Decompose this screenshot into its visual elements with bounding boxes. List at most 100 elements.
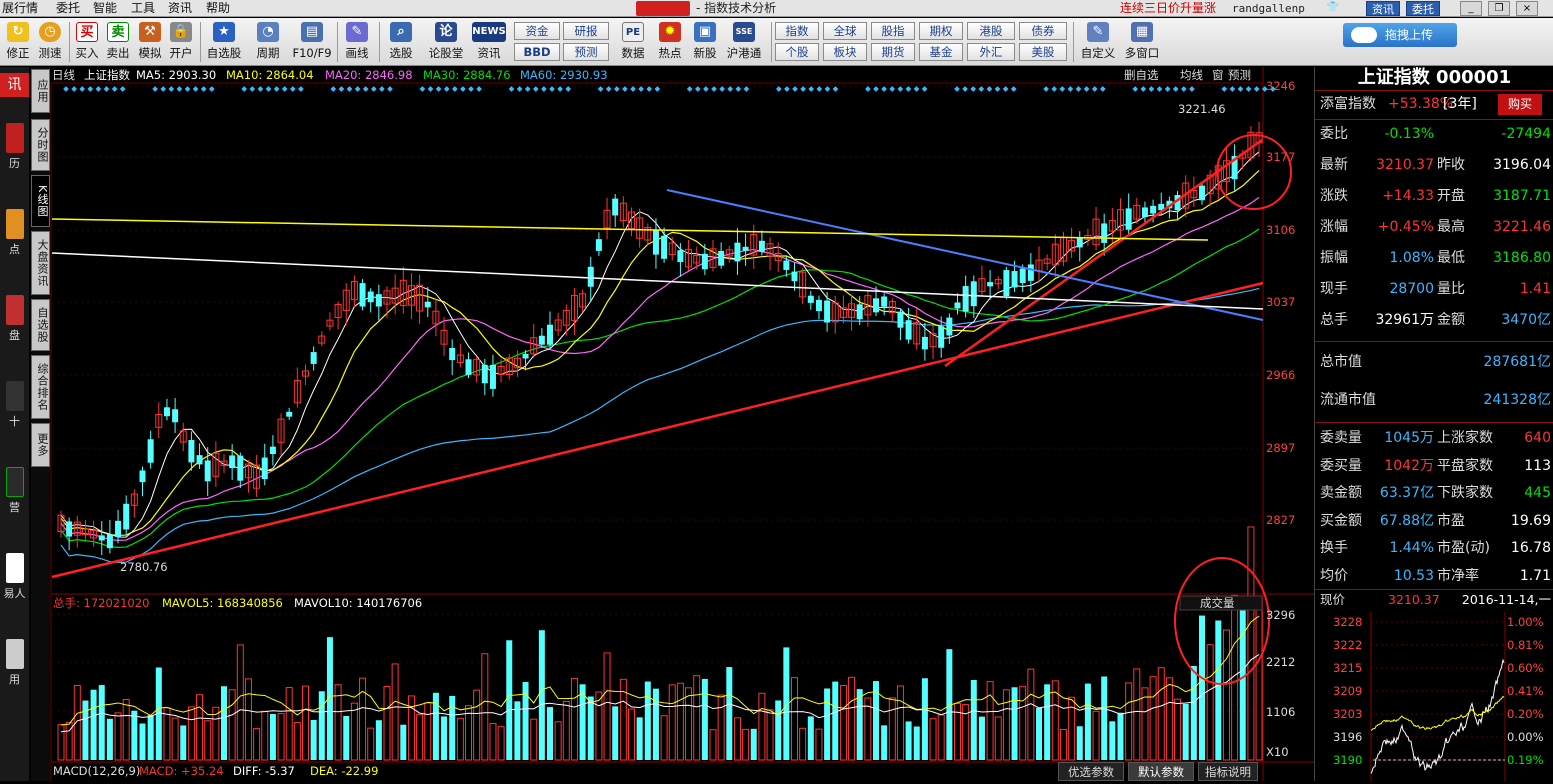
volume-bar-up: [285, 687, 293, 761]
volume-bar-up: [668, 684, 676, 761]
volume-button-label: 成交量: [1200, 596, 1235, 610]
candle-body-down: [1150, 205, 1157, 214]
signal-diamond-icon: [152, 86, 158, 92]
signal-diamond-icon: [1156, 86, 1163, 92]
volume-bar-up: [196, 694, 204, 761]
candle-body-down: [375, 294, 382, 307]
signal-diamond-icon: [524, 86, 531, 92]
volume-bar-down: [832, 681, 839, 760]
close-icon[interactable]: ×: [1516, 1, 1538, 16]
volume-bar-up: [896, 685, 904, 761]
high-annotation: 3221.46: [1178, 102, 1226, 116]
signal-diamond-icon: [241, 86, 248, 92]
signal-diamond-icon: [160, 86, 167, 92]
quote-key: 振幅: [1320, 250, 1348, 266]
volume-bar-up: [204, 720, 212, 761]
signal-diamond-icon: [443, 86, 450, 92]
quote-row: 均价 10.53 市净率 1.71: [1315, 563, 1553, 590]
quote-value: 1.41: [1519, 281, 1551, 297]
signal-diamond-icon: [654, 86, 661, 92]
shirt-icon[interactable]: 👕: [1322, 1, 1344, 16]
volume-bar-up: [383, 685, 391, 761]
signal-diamond-icon: [362, 86, 369, 92]
signal-diamond-icon: [273, 86, 280, 92]
volume-bar-up: [163, 707, 171, 761]
volume-bar-down: [644, 681, 651, 760]
intraday-mini-chart[interactable]: 3228 1.00% 3222 0.81% 3215 0.60% 3209 0.41% 3203…: [1315, 612, 1553, 781]
mini-axis-label: 3222: [1333, 638, 1362, 652]
volume-bar-up: [1002, 689, 1010, 761]
signal-diamond-icon: [1067, 86, 1074, 92]
volume-bar-up: [1165, 677, 1173, 761]
quote-value: 1.44%: [1389, 540, 1434, 556]
signal-diamond-icon: [103, 86, 110, 92]
candle-body-down: [734, 242, 741, 262]
signal-diamond-icon: [330, 86, 337, 92]
dea-value: DEA: -22.99: [310, 764, 378, 778]
volume-bar-up: [733, 717, 741, 761]
quote-row: 现手 28700 量比 1.41: [1315, 276, 1553, 303]
signal-diamond-icon: [743, 86, 750, 92]
buy-fund-button[interactable]: 购买: [1498, 94, 1542, 115]
volume-bar-up: [367, 727, 375, 761]
volume-bar-up: [986, 681, 994, 761]
signal-diamond-icon: [865, 86, 871, 92]
volume-bar-up: [253, 728, 261, 761]
signal-diamond-icon: [1253, 86, 1260, 92]
mavol5-line: [60, 615, 1260, 726]
volume-bar-up: [489, 723, 497, 761]
candle-body-down: [424, 301, 431, 308]
quote-value: 28700: [1389, 281, 1434, 297]
volume-bar-up: [228, 689, 236, 761]
candle-body-down: [970, 281, 977, 307]
signal-diamond-icon: [532, 86, 539, 92]
volume-bar-up: [839, 685, 847, 761]
kline-chart-area[interactable]: 3246 3177 3106 3037 2966 2897 2827 3221.…: [0, 0, 1314, 784]
signal-diamond-icon: [735, 86, 742, 92]
quote-value: 1045万: [1384, 430, 1434, 446]
price-axis-label: 3177: [1266, 150, 1295, 164]
volume-bar-down: [1239, 603, 1246, 760]
candle-body-down: [758, 240, 765, 252]
cloud-upload-icon: [1351, 27, 1377, 43]
ma30-line: [60, 228, 1260, 548]
signal-diamond-icon: [954, 86, 960, 92]
volume-bar-up: [1222, 629, 1230, 761]
quote-title: 上证指数 000001: [1357, 67, 1512, 88]
quote-value: 32961万: [1375, 312, 1434, 328]
quote-panel: 上证指数 000001 添富指数 +53.38% [3年] 购买 委比 -0.13…: [1314, 67, 1553, 781]
quote-row: 换手 1.44% 市盈(动) 16.78: [1315, 535, 1553, 562]
price-axis-label: 3246: [1266, 79, 1295, 93]
volume-bar-down: [139, 723, 146, 760]
volume-bar-up: [1027, 668, 1035, 761]
indicator-help-tab[interactable]: 指标说明: [1198, 762, 1258, 781]
signal-diamond-icon: [265, 86, 272, 92]
signal-diamond-icon: [881, 86, 887, 92]
restore-icon[interactable]: ❐: [1488, 1, 1510, 16]
quote-value: 19.69: [1510, 512, 1551, 529]
signal-diamond-icon: [176, 86, 183, 92]
signal-diamond-icon: [703, 86, 709, 92]
volume-bar-up: [1133, 668, 1141, 761]
volume-bar-down: [701, 678, 708, 760]
candle-body-down: [359, 283, 366, 307]
signal-diamond-icon: [516, 86, 523, 92]
signal-diamond-icon: [346, 86, 353, 92]
signal-diamond-icon: [1132, 86, 1139, 92]
signal-diamond-icon: [1237, 86, 1244, 92]
candle-body-down: [286, 411, 293, 417]
quote-value: 640: [1524, 430, 1551, 446]
news-button[interactable]: 资讯: [1366, 1, 1400, 16]
default-params-tab[interactable]: 默认参数: [1128, 762, 1194, 781]
optimal-params-tab[interactable]: 优选参数: [1058, 762, 1124, 781]
candle-body-down: [595, 239, 602, 251]
minimize-icon[interactable]: _: [1460, 1, 1482, 16]
signal-diamond-icon: [994, 86, 1001, 92]
trade-button[interactable]: 委托: [1406, 1, 1440, 16]
drag-upload-button[interactable]: 拖拽上传: [1343, 23, 1457, 47]
volume-bar-up: [1174, 698, 1182, 761]
quote-key: 委买量: [1320, 457, 1362, 474]
volume-bar-down: [775, 700, 782, 760]
price-axis-label: 2827: [1266, 513, 1295, 527]
candle-body-down: [1011, 271, 1018, 288]
